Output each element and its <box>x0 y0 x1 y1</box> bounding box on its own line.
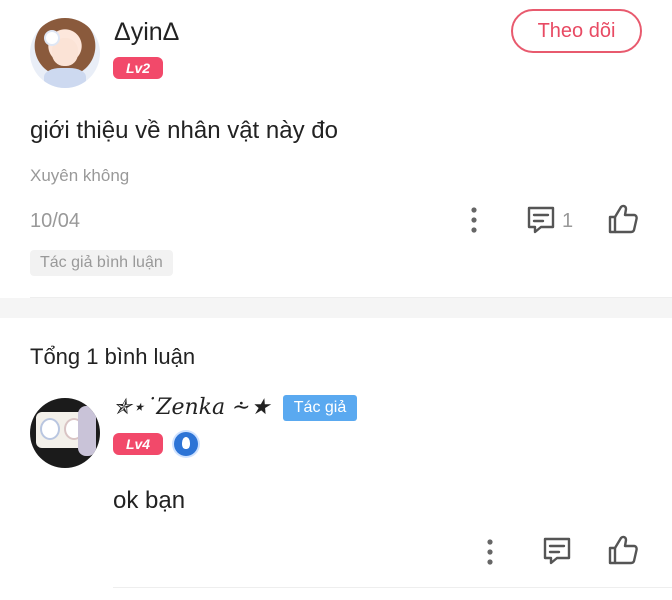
post-text: giới thiệu về nhân vật này đo <box>30 117 338 144</box>
more-icon[interactable] <box>466 204 482 236</box>
comment-text: ok bạn <box>113 487 186 514</box>
follow-button[interactable]: Theo dõi <box>511 9 642 53</box>
comment-count: 1 <box>562 210 574 232</box>
post-date: 10/04 <box>30 210 81 232</box>
comments-total: Tổng 1 bình luận <box>30 344 196 369</box>
commenter-name[interactable]: ✯⋆˙Zenka ⩪★ <box>113 395 270 420</box>
post-category[interactable]: Xuyên không <box>30 166 129 186</box>
medal-icon <box>174 432 198 456</box>
avatar-flower <box>46 32 58 44</box>
thumbs-up-icon[interactable] <box>606 202 640 236</box>
comment-icon[interactable] <box>524 203 558 237</box>
post-author-name[interactable]: ΔyinΔ <box>114 18 179 47</box>
commenter-avatar[interactable] <box>30 398 100 468</box>
post-author-avatar[interactable] <box>30 18 100 88</box>
more-icon[interactable] <box>482 536 498 568</box>
post-author-level-badge: Lv2 <box>113 57 163 79</box>
divider <box>113 587 672 588</box>
author-comment-tag: Tác giả bình luận <box>30 250 173 276</box>
avatar-dress <box>44 68 86 88</box>
thumbs-up-icon[interactable] <box>606 533 640 567</box>
author-badge: Tác giả <box>283 395 357 421</box>
section-separator <box>0 298 672 318</box>
reply-icon[interactable] <box>540 534 574 568</box>
avatar-character <box>42 420 58 438</box>
commenter-level-badge: Lv4 <box>113 433 163 455</box>
post-card: ΔyinΔ Lv2 Theo dõi giới thiệu về nhân vậ… <box>0 0 672 298</box>
avatar-hair <box>78 406 96 456</box>
